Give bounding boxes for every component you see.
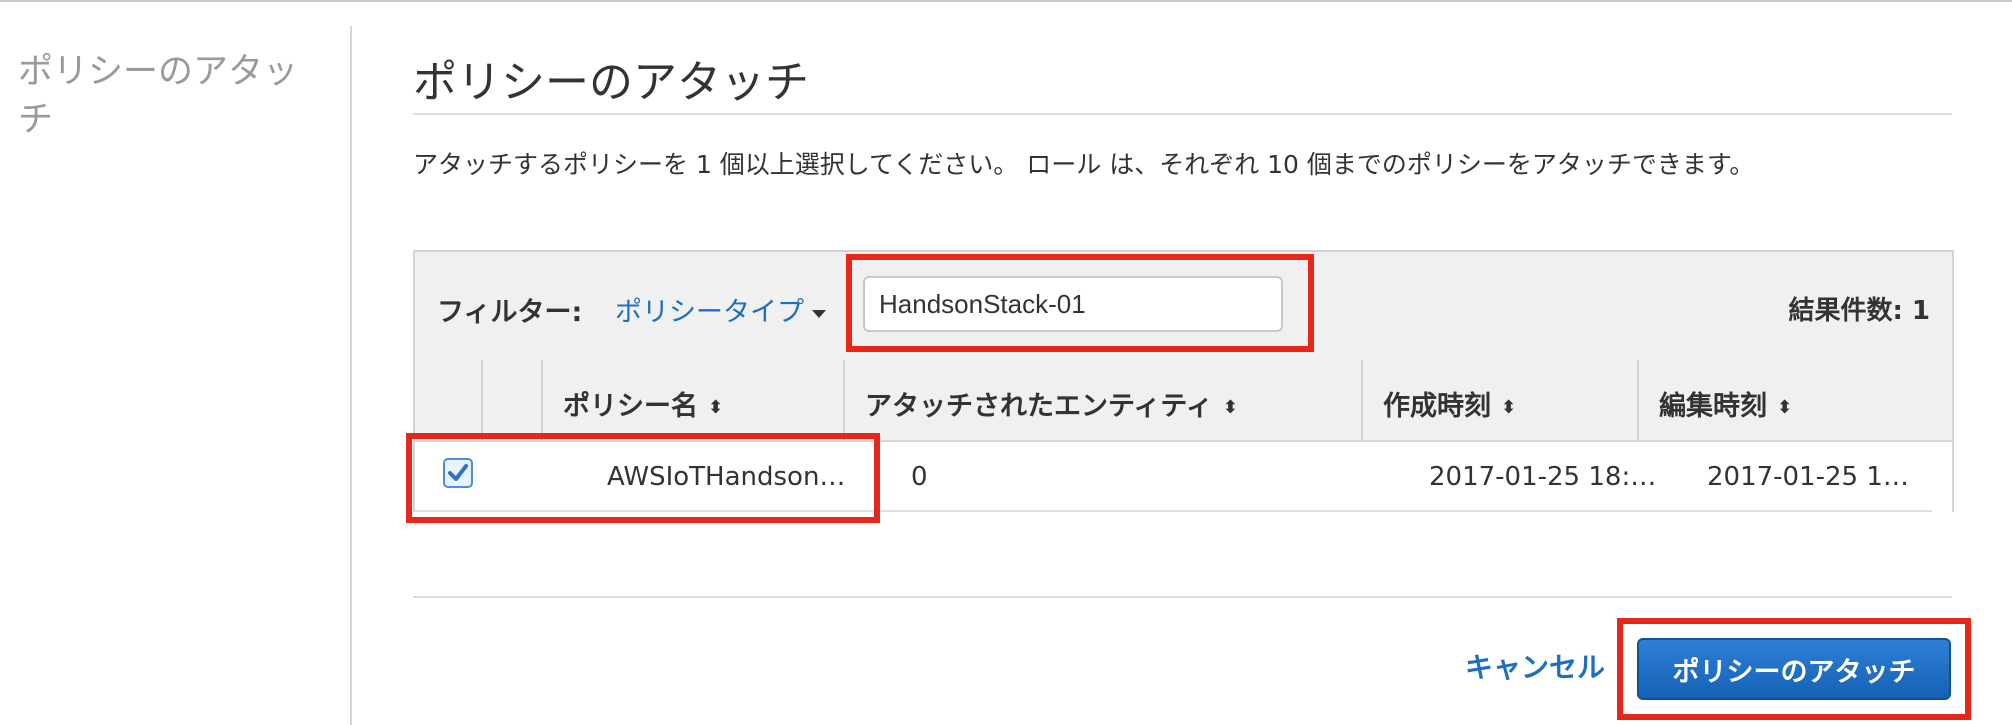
title-divider	[413, 113, 1952, 115]
column-header-edited[interactable]: 編集時刻 ⬍	[1637, 360, 1952, 440]
policy-type-dropdown[interactable]: ポリシータイプ	[615, 290, 826, 329]
result-count: 結果件数: 1	[1788, 296, 1930, 326]
sidebar-step-title: ポリシーのアタッチ	[18, 52, 299, 140]
top-divider	[0, 0, 2012, 2]
sort-icon[interactable]: ⬍	[1223, 397, 1238, 418]
attach-policy-page: ポリシーのアタッチ ポリシーのアタッチ アタッチするポリシーを 1 個以上選択し…	[0, 0, 2012, 725]
column-header-policy-name[interactable]: ポリシー名 ⬍	[541, 360, 843, 440]
page-title: ポリシーのアタッチ	[413, 57, 809, 108]
sidebar-divider	[350, 26, 352, 725]
column-label: アタッチされたエンティティ	[865, 391, 1213, 422]
header-expand-cell	[481, 360, 541, 440]
policy-type-label: ポリシータイプ	[615, 297, 804, 328]
table-header-row: ポリシー名 ⬍ アタッチされたエンティティ ⬍ 作成時刻 ⬍ 編集時刻 ⬍	[415, 360, 1952, 442]
sort-icon[interactable]: ⬍	[708, 397, 723, 418]
highlight-box-attach	[1617, 618, 1971, 720]
column-header-created[interactable]: 作成時刻 ⬍	[1361, 360, 1637, 440]
header-select-cell	[415, 360, 481, 440]
highlight-box-row	[406, 433, 880, 523]
attached-entities-cell: 0	[911, 462, 928, 492]
column-header-attached-entities[interactable]: アタッチされたエンティティ ⬍	[843, 360, 1361, 440]
page-description: アタッチするポリシーを 1 個以上選択してください。 ロール は、それぞれ 10…	[413, 150, 1755, 179]
column-label: 編集時刻	[1659, 391, 1767, 422]
created-time-cell: 2017-01-25 18:…	[1429, 462, 1657, 492]
footer-divider	[413, 596, 1952, 598]
cancel-link[interactable]: キャンセル	[1465, 646, 1605, 686]
highlight-box-search	[846, 254, 1314, 352]
edited-time-cell: 2017-01-25 1…	[1707, 462, 1909, 492]
sort-icon[interactable]: ⬍	[1501, 397, 1516, 418]
filter-label: フィルター:	[437, 297, 583, 328]
caret-down-icon	[812, 309, 826, 318]
column-label: 作成時刻	[1383, 391, 1491, 422]
column-label: ポリシー名	[563, 391, 698, 422]
sort-icon[interactable]: ⬍	[1777, 397, 1792, 418]
